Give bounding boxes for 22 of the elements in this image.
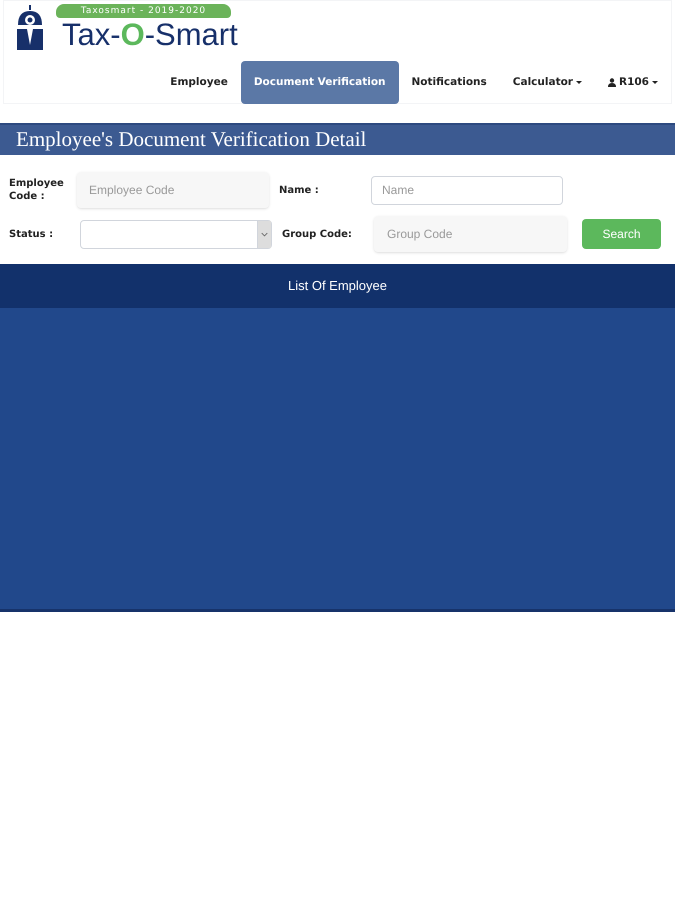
field-label: Employee Code : — [9, 177, 65, 203]
nav-tab[interactable]: Employee — [157, 61, 241, 104]
page-title: Employee's Document Verification Detail — [16, 126, 366, 154]
year-badge: Taxosmart - 2019-2020 — [56, 4, 231, 18]
caret-icon — [576, 80, 582, 84]
employee-code-field[interactable]: Employee Code — [77, 172, 269, 208]
field-label: Group Code: — [282, 228, 353, 242]
nav-tab[interactable]: R106 — [594, 61, 671, 104]
caret-icon — [652, 80, 658, 84]
nav-tab[interactable]: Document Verification — [240, 61, 399, 104]
nav-tab[interactable]: Calculator — [500, 61, 595, 104]
field-label: Status : — [9, 228, 54, 242]
robot-logo-icon — [14, 5, 46, 51]
chevron-down-icon — [257, 220, 271, 248]
group-code-field[interactable]: Group Code — [374, 216, 567, 252]
status-dropdown[interactable] — [80, 220, 272, 248]
brand-name: Tax-O-Smart — [62, 18, 238, 52]
name-field[interactable]: Name — [371, 176, 563, 204]
user-icon — [608, 78, 616, 87]
list-title: List Of Employee — [288, 277, 387, 296]
field-label: Name : — [279, 184, 320, 198]
nav-tab[interactable]: Notifications — [398, 61, 500, 104]
